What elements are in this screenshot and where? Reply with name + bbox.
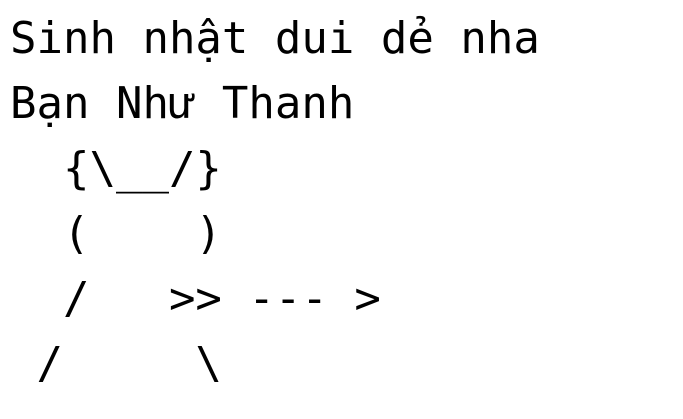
greeting-line: Sinh nhật dui dẻ nha (10, 13, 540, 64)
recipient-line: Bạn Như Thanh (10, 78, 355, 129)
ascii-bunny-ears-line: {\__/} (10, 143, 222, 194)
ascii-bunny-face-line: ( ) (10, 208, 222, 259)
ascii-art-canvas: Sinh nhật dui dẻ nha Bạn Như Thanh {\__/… (0, 0, 683, 419)
ascii-bunny-legs-line: / \ (10, 338, 222, 389)
ascii-bunny-arm-arrow-line: / >> --- > (10, 273, 381, 324)
